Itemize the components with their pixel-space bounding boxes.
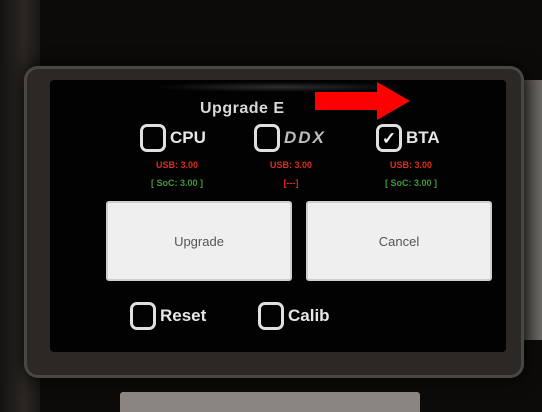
reset-checkbox[interactable] — [130, 302, 156, 330]
option-ddx[interactable]: DDX — [254, 124, 326, 152]
bta-checkbox[interactable]: ✓ — [376, 124, 402, 152]
option-bta[interactable]: ✓ BTA — [376, 124, 440, 152]
arrow-right-icon — [315, 82, 410, 120]
dialog-title: Upgrade E — [200, 100, 285, 117]
cpu-usb-version: USB: 3.00 — [155, 160, 199, 170]
bta-label: BTA — [406, 128, 440, 147]
cpu-label: CPU — [170, 128, 206, 147]
option-reset[interactable]: Reset — [130, 302, 206, 330]
ddx-usb-version: USB: 3.00 — [269, 160, 313, 170]
ddx-checkbox[interactable] — [254, 124, 280, 152]
device-screen: Upgrade E CPU DDX ✓ BTA USB: 3.00 [ SoC:… — [50, 80, 506, 352]
checkmark-icon: ✓ — [381, 128, 397, 148]
ddx-label: DDX — [284, 128, 326, 147]
upgrade-button[interactable]: Upgrade — [106, 201, 292, 281]
option-cpu[interactable]: CPU — [140, 124, 206, 152]
device-base — [120, 392, 420, 412]
calib-label: Calib — [288, 306, 330, 325]
cpu-checkbox[interactable] — [140, 124, 166, 152]
bta-usb-version: USB: 3.00 — [389, 160, 433, 170]
bta-soc-version: [ SoC: 3.00 ] — [384, 178, 437, 188]
cancel-button[interactable]: Cancel — [306, 201, 492, 281]
reset-label: Reset — [160, 306, 207, 325]
calib-checkbox[interactable] — [258, 302, 284, 330]
ddx-soc-version: [---] — [283, 178, 299, 188]
option-calib[interactable]: Calib — [258, 302, 330, 330]
cpu-soc-version: [ SoC: 3.00 ] — [150, 178, 203, 188]
